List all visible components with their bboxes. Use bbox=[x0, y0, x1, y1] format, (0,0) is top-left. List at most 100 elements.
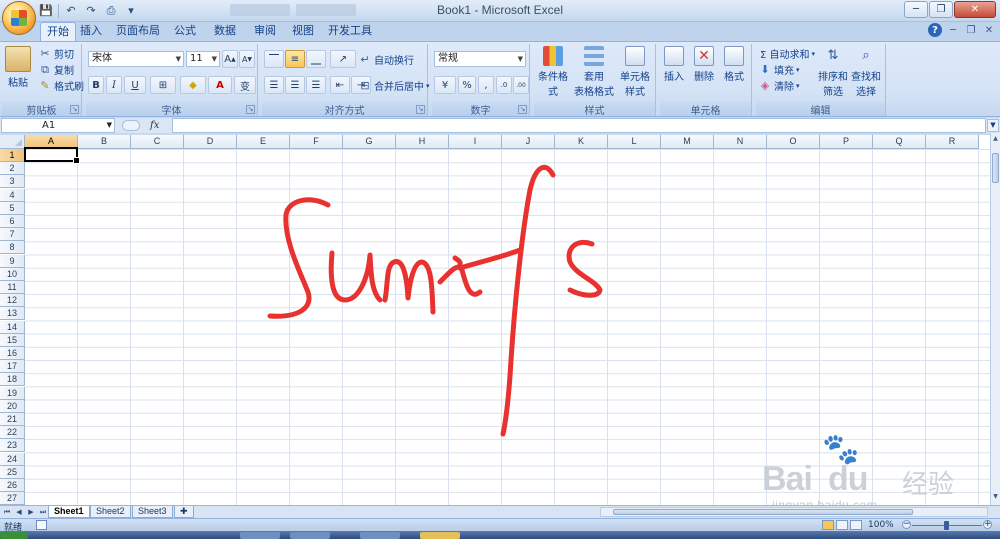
last-sheet-icon[interactable]: ⏭ bbox=[38, 507, 48, 517]
column-header-c[interactable]: C bbox=[131, 135, 184, 149]
zoom-knob[interactable] bbox=[944, 521, 949, 530]
column-header-j[interactable]: J bbox=[502, 135, 555, 149]
font-name-dropdown[interactable]: 宋体 ▼ bbox=[88, 51, 184, 67]
fill-color-button[interactable]: ◆ bbox=[180, 76, 206, 94]
column-header-h[interactable]: H bbox=[396, 135, 449, 149]
row-header-1[interactable]: 1 bbox=[0, 149, 25, 162]
italic-button[interactable]: I bbox=[106, 76, 122, 94]
tab-developer[interactable]: 开发工具 bbox=[326, 22, 374, 41]
zoom-out-icon[interactable]: − bbox=[902, 520, 911, 529]
column-header-m[interactable]: M bbox=[661, 135, 714, 149]
restore-button[interactable]: ❐ bbox=[929, 1, 953, 18]
row-header-19[interactable]: 19 bbox=[0, 386, 25, 400]
format-painter-button[interactable]: ✎ 格式刷 bbox=[38, 78, 84, 94]
row-header-9[interactable]: 9 bbox=[0, 254, 25, 268]
column-header-r[interactable]: R bbox=[926, 135, 979, 149]
row-header-11[interactable]: 11 bbox=[0, 281, 25, 294]
horizontal-scrollbar[interactable] bbox=[600, 507, 988, 517]
zoom-in-icon[interactable]: + bbox=[983, 520, 992, 529]
row-header-8[interactable]: 8 bbox=[0, 241, 25, 255]
close-button[interactable]: ✕ bbox=[954, 1, 996, 18]
font-dialog-launcher-icon[interactable]: ↘ bbox=[246, 105, 255, 114]
tab-review[interactable]: 审阅 bbox=[250, 22, 280, 41]
tab-home[interactable]: 开始 bbox=[40, 22, 76, 41]
zoom-level[interactable]: 100% bbox=[868, 520, 894, 530]
row-header-17[interactable]: 17 bbox=[0, 360, 25, 374]
row-header-7[interactable]: 7 bbox=[0, 228, 25, 242]
clipboard-dialog-launcher-icon[interactable]: ↘ bbox=[70, 105, 79, 114]
active-cell-a1[interactable] bbox=[24, 147, 80, 164]
align-center-button[interactable]: ☰ bbox=[285, 76, 305, 94]
row-header-6[interactable]: 6 bbox=[0, 215, 25, 228]
font-color-button[interactable]: A bbox=[208, 76, 232, 94]
decrease-decimal-button[interactable]: .00 bbox=[513, 76, 529, 94]
column-header-k[interactable]: K bbox=[555, 135, 608, 149]
fill-button[interactable]: ⬇ 填充 ▾ bbox=[758, 62, 799, 78]
align-bottom-button[interactable]: ⎽ bbox=[306, 50, 326, 68]
help-icon[interactable]: ? bbox=[928, 23, 942, 37]
taskbar-item-excel[interactable] bbox=[420, 532, 460, 539]
column-header-b[interactable]: B bbox=[78, 135, 131, 149]
taskbar-item[interactable] bbox=[240, 532, 280, 539]
row-header-21[interactable]: 21 bbox=[0, 413, 25, 426]
tab-insert[interactable]: 插入 bbox=[76, 22, 106, 41]
clear-button[interactable]: ◈ 清除 ▾ bbox=[758, 78, 800, 94]
name-box[interactable]: A1 ▼ bbox=[1, 118, 115, 133]
row-header-23[interactable]: 23 bbox=[0, 439, 25, 453]
vertical-scroll-thumb[interactable] bbox=[992, 153, 999, 183]
delete-cells-button[interactable]: ✕ 删除 bbox=[690, 46, 718, 83]
shrink-font-button[interactable]: A ▼ bbox=[239, 50, 255, 68]
find-select-button[interactable]: ⌕ 查找和 选择 bbox=[850, 46, 882, 98]
tab-data[interactable]: 数据 bbox=[210, 22, 240, 41]
phonetic-guide-button[interactable]: 变 bbox=[234, 76, 256, 94]
row-header-25[interactable]: 25 bbox=[0, 465, 25, 479]
minimize-button[interactable]: ─ bbox=[904, 1, 928, 18]
row-header-24[interactable]: 24 bbox=[0, 452, 25, 466]
autosum-button[interactable]: Σ 自动求和 ▾ bbox=[760, 46, 815, 62]
row-header-3[interactable]: 3 bbox=[0, 175, 25, 189]
start-button-icon[interactable] bbox=[0, 532, 28, 539]
align-right-button[interactable]: ☰ bbox=[306, 76, 326, 94]
row-header-5[interactable]: 5 bbox=[0, 201, 25, 215]
row-header-12[interactable]: 12 bbox=[0, 294, 25, 308]
column-header-d[interactable]: D bbox=[184, 135, 237, 149]
tab-page-layout[interactable]: 页面布局 bbox=[112, 22, 164, 41]
expand-formula-bar-icon[interactable]: ▼ bbox=[987, 119, 999, 132]
format-cells-button[interactable]: 格式 bbox=[720, 46, 748, 83]
sheet-tab-sheet2[interactable]: Sheet2 bbox=[90, 506, 131, 518]
column-header-g[interactable]: G bbox=[343, 135, 396, 149]
percent-style-button[interactable]: % bbox=[458, 76, 476, 94]
row-header-26[interactable]: 26 bbox=[0, 479, 25, 492]
increase-decimal-button[interactable]: .0 bbox=[496, 76, 512, 94]
row-header-4[interactable]: 4 bbox=[0, 188, 25, 202]
normal-view-icon[interactable] bbox=[822, 520, 834, 530]
cell-styles-button[interactable]: 单元格 样式 bbox=[616, 46, 654, 98]
wrap-text-button[interactable]: ↵ 自动换行 bbox=[358, 52, 414, 68]
row-header-10[interactable]: 10 bbox=[0, 267, 25, 281]
formula-input[interactable] bbox=[172, 118, 986, 133]
sheet-tab-sheet3[interactable]: Sheet3 bbox=[132, 506, 173, 518]
row-header-20[interactable]: 20 bbox=[0, 399, 25, 413]
column-header-o[interactable]: O bbox=[767, 135, 820, 149]
horizontal-scroll-thumb[interactable] bbox=[613, 509, 913, 515]
column-header-l[interactable]: L bbox=[608, 135, 661, 149]
vertical-scrollbar[interactable]: ▲ ▼ bbox=[990, 133, 1000, 505]
column-header-n[interactable]: N bbox=[714, 135, 767, 149]
insert-function-button[interactable]: fx bbox=[150, 120, 159, 131]
row-header-27[interactable]: 27 bbox=[0, 492, 25, 505]
column-header-e[interactable]: E bbox=[237, 135, 290, 149]
taskbar-item[interactable] bbox=[290, 532, 330, 539]
conditional-formatting-button[interactable]: 条件格式 bbox=[534, 46, 572, 98]
first-sheet-icon[interactable]: ⏮ bbox=[2, 507, 12, 517]
insert-cells-button[interactable]: 插入 bbox=[660, 46, 688, 83]
decrease-indent-button[interactable]: ⇤ bbox=[330, 76, 350, 94]
align-left-button[interactable]: ☰ bbox=[264, 76, 284, 94]
ribbon-close-icon[interactable]: ✕ bbox=[982, 23, 996, 37]
bold-button[interactable]: B bbox=[88, 76, 104, 94]
office-button[interactable] bbox=[2, 1, 36, 35]
zoom-slider[interactable]: − + bbox=[902, 520, 992, 530]
sort-filter-button[interactable]: ⇅ 排序和 筛选 bbox=[818, 46, 848, 98]
grow-font-button[interactable]: A ▲ bbox=[222, 50, 238, 68]
paste-button[interactable]: 粘贴 bbox=[5, 46, 31, 89]
orientation-button[interactable]: ↗ bbox=[330, 50, 356, 68]
